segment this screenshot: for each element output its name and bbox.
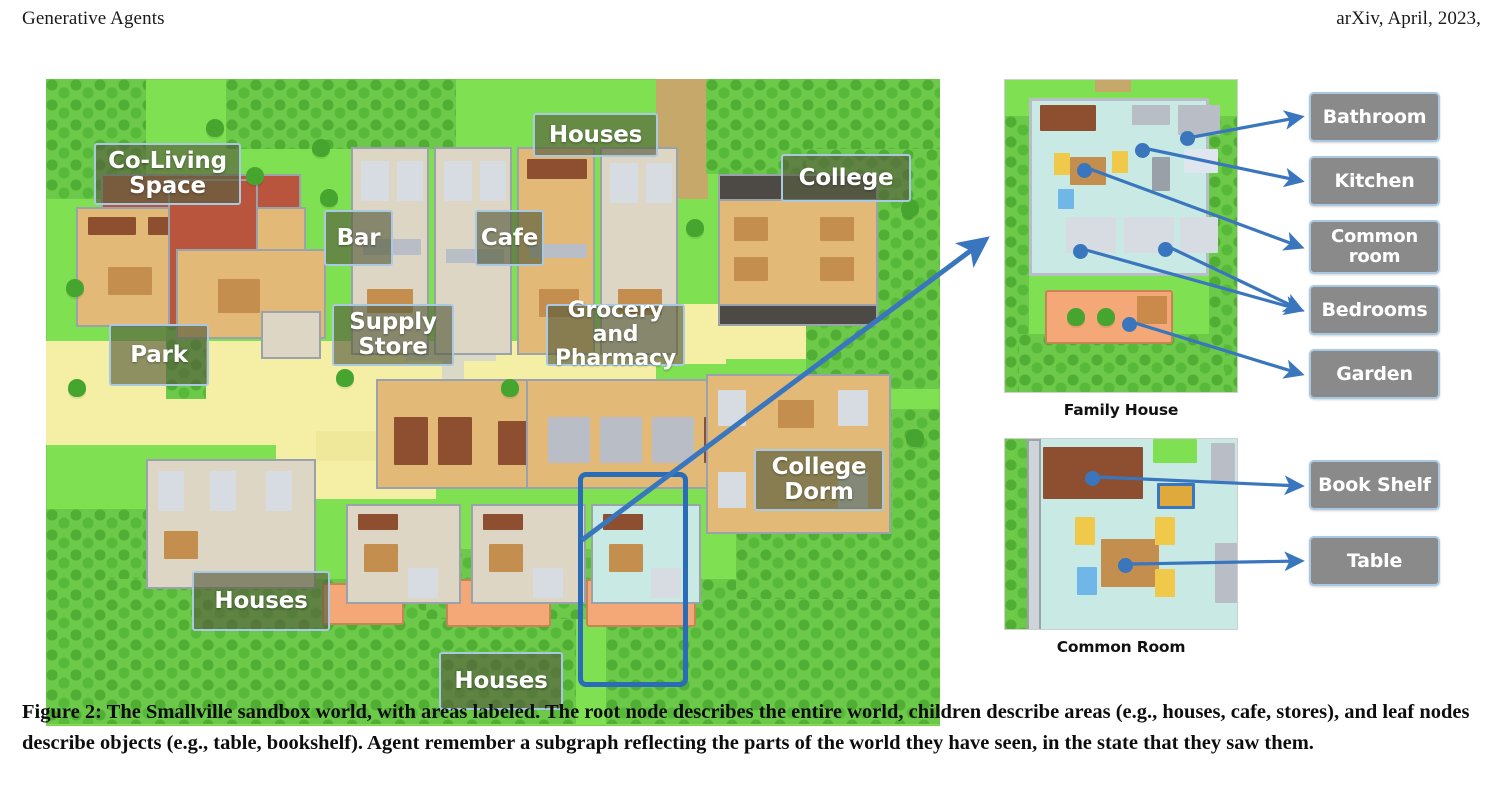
map-label-text: Supply Store — [349, 309, 437, 360]
map-label-park[interactable]: Park — [109, 324, 209, 386]
map-label-college[interactable]: College — [781, 154, 911, 202]
anchor-dot-book-shelf — [1085, 471, 1100, 486]
map-label-supply-store[interactable]: Supply Store — [332, 304, 454, 366]
node-bathroom[interactable]: Bathroom — [1309, 92, 1440, 142]
map-label-text: Houses — [454, 667, 548, 694]
anchor-dot-common-room — [1077, 163, 1092, 178]
figure-caption: Figure 2: The Smallville sandbox world, … — [22, 701, 1470, 755]
map-label-bar[interactable]: Bar — [324, 210, 393, 266]
sandbox-map[interactable]: Co-Living Space Houses College Bar Cafe … — [46, 79, 940, 726]
map-label-co-living-space[interactable]: Co-Living Space — [94, 143, 241, 205]
node-garden[interactable]: Garden — [1309, 349, 1440, 399]
node-label: Book Shelf — [1318, 473, 1431, 496]
figure-2: Co-Living Space Houses College Bar Cafe … — [0, 70, 1503, 726]
map-label-text: Cafe — [480, 224, 539, 251]
map-highlight-family-house[interactable] — [578, 472, 688, 687]
anchor-dot-kitchen — [1135, 143, 1150, 158]
node-kitchen[interactable]: Kitchen — [1309, 156, 1440, 206]
map-label-text: College — [798, 164, 894, 191]
figure-page: Generative Agents arXiv, April, 2023, Co… — [0, 0, 1503, 798]
node-book-shelf[interactable]: Book Shelf — [1309, 460, 1440, 510]
family-house-image[interactable] — [1004, 79, 1238, 393]
map-label-college-dorm[interactable]: College Dorm — [754, 449, 884, 511]
map-label-cafe[interactable]: Cafe — [475, 210, 544, 266]
map-label-grocery-and-pharmacy[interactable]: Grocery and Pharmacy — [546, 299, 685, 370]
running-head-right: arXiv, April, 2023, — [1336, 8, 1481, 29]
node-label: Bathroom — [1322, 105, 1427, 128]
anchor-dot-bathroom — [1180, 131, 1195, 146]
node-label: Garden — [1336, 362, 1413, 385]
map-label-text: Co-Living Space — [108, 148, 227, 199]
node-table[interactable]: Table — [1309, 536, 1440, 586]
node-common-room[interactable]: Common room — [1309, 220, 1440, 274]
anchor-dot-table — [1118, 558, 1133, 573]
family-house-caption: Family House — [1063, 401, 1179, 419]
map-label-text: Grocery and Pharmacy — [554, 298, 677, 371]
panel-family-house: Family House Bathroom Kitchen Common roo… — [1004, 79, 1484, 439]
map-label-houses-left[interactable]: Houses — [192, 571, 330, 631]
map-label-text: Houses — [214, 587, 308, 614]
running-head-left: Generative Agents — [22, 8, 165, 29]
node-label: Table — [1346, 549, 1403, 572]
map-label-text: Bar — [336, 224, 381, 251]
panel-common-room: Common Room Book Shelf Table — [1004, 438, 1484, 668]
anchor-dot-garden — [1122, 317, 1137, 332]
map-label-text: College Dorm — [771, 454, 867, 505]
anchor-dot-bedroom-2 — [1158, 242, 1173, 257]
common-room-caption: Common Room — [1056, 638, 1186, 656]
node-bedrooms[interactable]: Bedrooms — [1309, 285, 1440, 335]
map-label-text: Houses — [548, 121, 643, 148]
node-label: Bedrooms — [1321, 298, 1428, 321]
map-label-text: Park — [130, 341, 188, 368]
running-head: Generative Agents arXiv, April, 2023, — [0, 8, 1503, 38]
map-label-houses-top[interactable]: Houses — [533, 113, 658, 157]
common-room-image[interactable] — [1004, 438, 1238, 630]
node-label: Common room — [1330, 226, 1419, 267]
node-label: Kitchen — [1334, 169, 1415, 192]
anchor-dot-bedroom-1 — [1073, 244, 1088, 259]
